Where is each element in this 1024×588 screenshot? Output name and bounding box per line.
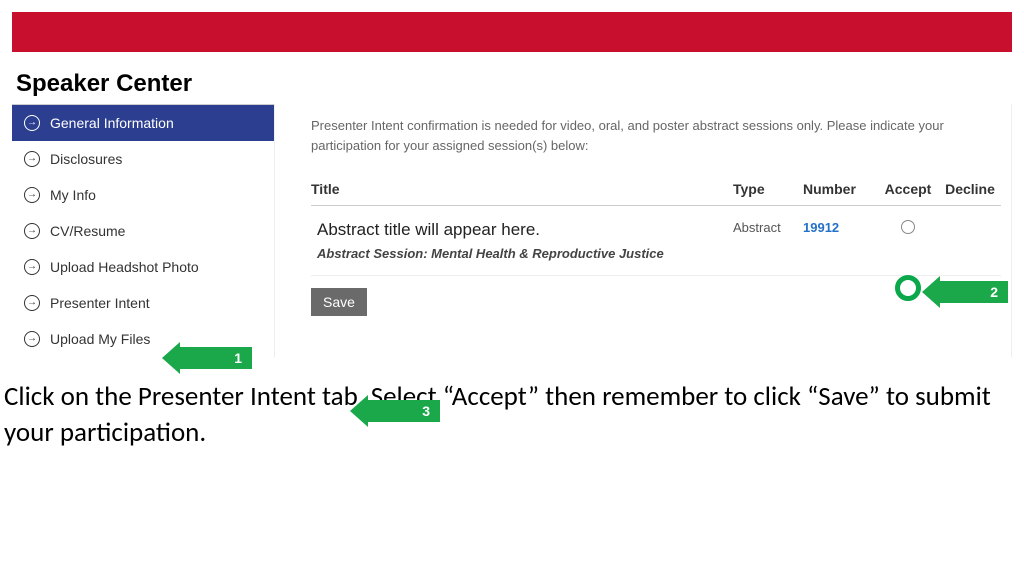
table-row: Abstract title will appear here. Abstrac…: [311, 206, 1001, 276]
session-line: Abstract Session: Mental Health & Reprod…: [317, 246, 733, 261]
save-button[interactable]: Save: [311, 288, 367, 316]
arrow-right-icon: →: [24, 331, 40, 347]
cell-accept: [877, 220, 939, 237]
callout-label: 2: [940, 281, 1008, 303]
accept-radio[interactable]: [901, 220, 915, 234]
sidebar: → General Information → Disclosures → My…: [12, 104, 274, 357]
content-panel: Presenter Intent confirmation is needed …: [274, 104, 1012, 357]
intro-text: Presenter Intent confirmation is needed …: [311, 116, 1001, 155]
arrow-right-icon: →: [24, 223, 40, 239]
col-number: Number: [803, 181, 877, 197]
sidebar-item-label: Disclosures: [50, 151, 122, 167]
abstract-number-link[interactable]: 19912: [803, 220, 839, 235]
sidebar-item-label: CV/Resume: [50, 223, 125, 239]
instruction-text: Click on the Presenter Intent tab. Selec…: [4, 379, 1020, 452]
callout-step-3: 3: [350, 395, 440, 427]
arrow-right-icon: →: [24, 295, 40, 311]
arrow-right-icon: →: [24, 115, 40, 131]
sidebar-item-label: Upload My Files: [50, 331, 150, 347]
sidebar-item-upload-headshot[interactable]: → Upload Headshot Photo: [12, 249, 274, 285]
sidebar-item-label: Upload Headshot Photo: [50, 259, 199, 275]
sidebar-item-my-info[interactable]: → My Info: [12, 177, 274, 213]
col-accept: Accept: [877, 181, 939, 197]
sidebar-item-cv-resume[interactable]: → CV/Resume: [12, 213, 274, 249]
sidebar-item-label: My Info: [50, 187, 96, 203]
arrow-right-icon: →: [24, 151, 40, 167]
col-decline: Decline: [939, 181, 1001, 197]
cell-title: Abstract title will appear here. Abstrac…: [311, 220, 733, 261]
cell-type: Abstract: [733, 220, 803, 235]
arrow-left-icon: [922, 276, 940, 308]
col-title: Title: [311, 181, 733, 197]
sidebar-item-general-information[interactable]: → General Information: [12, 105, 274, 141]
table-header: Title Type Number Accept Decline: [311, 181, 1001, 206]
main-wrap: → General Information → Disclosures → My…: [12, 104, 1012, 357]
page-title: Speaker Center: [16, 70, 1024, 98]
arrow-right-icon: →: [24, 259, 40, 275]
accept-highlight-ring: [895, 275, 921, 301]
sessions-table: Title Type Number Accept Decline Abstrac…: [311, 181, 1001, 276]
callout-step-1: 1: [162, 342, 252, 374]
arrow-right-icon: →: [24, 187, 40, 203]
col-type: Type: [733, 181, 803, 197]
arrow-left-icon: [162, 342, 180, 374]
sidebar-item-label: General Information: [50, 115, 174, 131]
sidebar-item-label: Presenter Intent: [50, 295, 150, 311]
callout-label: 3: [368, 400, 440, 422]
arrow-left-icon: [350, 395, 368, 427]
abstract-title: Abstract title will appear here.: [317, 220, 733, 240]
top-bar: [12, 12, 1012, 52]
callout-step-2: 2: [922, 276, 1008, 308]
cell-number: 19912: [803, 220, 877, 235]
sidebar-item-disclosures[interactable]: → Disclosures: [12, 141, 274, 177]
callout-label: 1: [180, 347, 252, 369]
sidebar-item-presenter-intent[interactable]: → Presenter Intent: [12, 285, 274, 321]
